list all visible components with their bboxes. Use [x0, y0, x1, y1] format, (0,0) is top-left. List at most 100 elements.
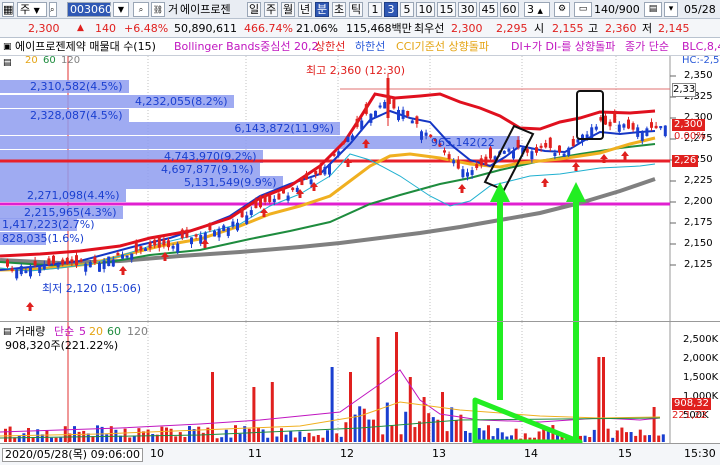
code-search-icon[interactable]: ⌕: [133, 2, 149, 17]
volume-axis-label: 1,500K: [683, 372, 719, 383]
menu-icon[interactable]: ▦: [2, 2, 14, 17]
legend-dmi[interactable]: DI+가 DI-를 상향돌파: [511, 41, 615, 53]
candle-body: [553, 152, 557, 156]
period-second[interactable]: 초: [332, 2, 346, 17]
clock: 15:30: [684, 447, 716, 460]
interval-5[interactable]: 5: [400, 2, 414, 17]
candle-body: [341, 141, 345, 145]
legend-bollinger[interactable]: Bollinger Bands중심선 20,2: [174, 41, 319, 53]
volume-chart[interactable]: ▤ 거래량 단순 5 20 60 120 908,320주(221.22%) 2…: [0, 321, 720, 445]
volume-bar: [160, 426, 164, 442]
volume-bar: [583, 435, 587, 442]
volume-bar: [487, 425, 490, 442]
legend-lower[interactable]: 하한선: [355, 41, 385, 53]
down-icon[interactable]: ▾: [664, 2, 678, 17]
volume-bar: [45, 430, 49, 442]
volume-bar: [339, 436, 343, 442]
volume-bar: [648, 435, 651, 442]
volume-tag-ratio: 221,22: [672, 410, 707, 421]
search-icon[interactable]: ⌕: [49, 2, 57, 17]
low-annotation: 최저 2,120 (15:06): [42, 282, 142, 295]
settings-icon[interactable]: ⚙: [554, 2, 570, 17]
volume-bar: [174, 436, 178, 442]
interval-10[interactable]: 10: [416, 2, 435, 17]
period-week[interactable]: 주: [264, 2, 278, 17]
period-year[interactable]: 년: [298, 2, 312, 17]
ma-legend-icon: ▤: [3, 58, 12, 68]
candle-body: [194, 234, 198, 237]
volume-bar: [459, 414, 463, 442]
candle-body: [332, 153, 336, 156]
interval-30[interactable]: 30: [458, 2, 477, 17]
stock-code-input[interactable]: 003060: [67, 2, 112, 17]
candle-body: [456, 159, 460, 169]
bid-price: 2,295: [496, 22, 528, 35]
legend-upper[interactable]: 상한선: [315, 41, 345, 53]
profile-extra-label: 965,142(22: [431, 136, 495, 149]
legend-extra[interactable]: 종가 단순: [625, 41, 669, 53]
interval-3[interactable]: 3: [384, 2, 398, 17]
candle-body: [663, 125, 667, 137]
calendar-icon[interactable]: ▤: [644, 2, 662, 17]
current-price: 2,300: [28, 22, 60, 35]
symbol-type-select[interactable]: 주 ▼: [17, 2, 47, 17]
volume-bar: [638, 429, 642, 442]
profile-label: 828,035(1.6%): [2, 232, 85, 245]
link-icon[interactable]: ⛓: [151, 2, 165, 17]
volume-bar: [142, 431, 145, 442]
candle-body: [479, 158, 483, 166]
price-axis-label: 2,350: [684, 70, 713, 81]
period-month[interactable]: 월: [281, 2, 295, 17]
profile-label: 4,743,970(9.2%): [164, 150, 257, 163]
fit-icon[interactable]: ▭: [574, 2, 592, 17]
volume-bar: [436, 419, 440, 442]
interval-15[interactable]: 15: [437, 2, 456, 17]
interval-input[interactable]: 3 ▲: [524, 2, 550, 17]
candle-body: [535, 147, 538, 153]
candle-body: [461, 169, 465, 178]
legend-cci[interactable]: CCI기준선 상향돌파: [396, 41, 489, 53]
code-dropdown-icon[interactable]: ▼: [113, 2, 129, 17]
price-chart[interactable]: ▤ 20 60 120 HC:-2,5 최고 2,360 (12:30) 최저 …: [0, 55, 720, 321]
period-minute[interactable]: 분: [315, 2, 329, 17]
spin-icon: ▲: [537, 7, 543, 15]
candle-body: [70, 259, 74, 263]
green-arrow-shaft: [573, 194, 579, 321]
candle-body: [157, 237, 161, 248]
volume-title: 거래량: [15, 325, 46, 338]
green-arrow-shaft: [497, 322, 503, 400]
volume-bar: [418, 421, 421, 442]
volume-bar: [316, 435, 320, 442]
candle-body: [392, 99, 396, 109]
volume-bar: [431, 417, 435, 442]
chevron-down-icon: ▼: [33, 6, 40, 15]
interval-60[interactable]: 60: [500, 2, 519, 17]
volume-bar: [312, 436, 316, 442]
date-tick-10: 10: [150, 447, 164, 460]
volume-bar: [137, 428, 141, 442]
candle-body: [199, 235, 203, 244]
ask-price: 2,300: [451, 22, 483, 35]
legend-toggle-icon[interactable]: ▣: [3, 41, 12, 53]
candle-body: [171, 245, 175, 249]
volume-bar: [178, 432, 182, 442]
candle-body: [562, 153, 566, 157]
volume-bar: [123, 428, 127, 442]
candle-body: [360, 120, 364, 130]
candle-body: [544, 143, 548, 148]
volume-bar: [602, 357, 605, 442]
candle-body: [125, 255, 129, 258]
period-tick[interactable]: 틱: [349, 2, 363, 17]
candle-body: [466, 172, 469, 177]
volume-bar: [450, 407, 454, 442]
interval-45[interactable]: 45: [479, 2, 498, 17]
interval-1[interactable]: 1: [368, 2, 382, 17]
volume-bar: [615, 430, 619, 442]
volume-ma-title: 단순: [54, 325, 75, 338]
candle-body: [167, 240, 170, 248]
legend-title[interactable]: 에이프로젠제약 매물대 수(15): [15, 41, 156, 53]
candle-body: [613, 112, 617, 123]
volume-bar: [183, 436, 187, 442]
volume-bar: [132, 435, 136, 442]
period-day[interactable]: 일: [247, 2, 261, 17]
